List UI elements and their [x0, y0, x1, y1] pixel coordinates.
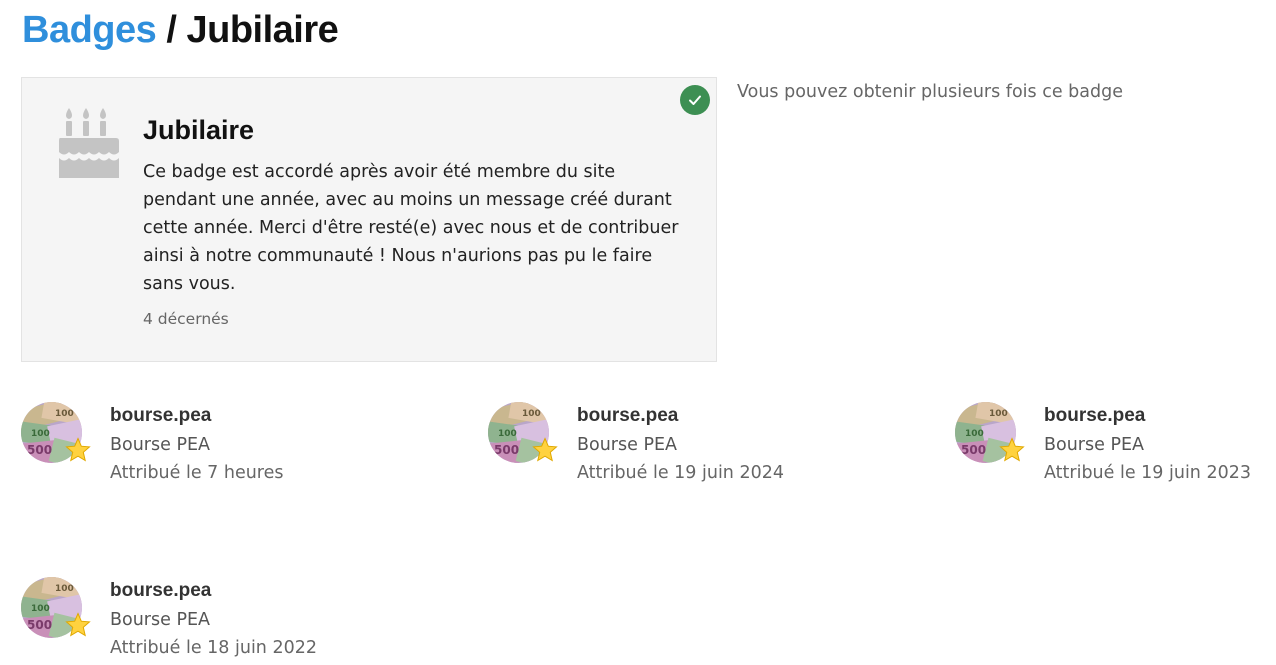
- grantee-username[interactable]: bourse.pea: [110, 578, 211, 604]
- grantee-item: 500 100 100 bourse.pea Bourse PEA Attrib…: [955, 402, 1276, 492]
- svg-text:500: 500: [961, 443, 986, 457]
- breadcrumb-badges-link[interactable]: Badges: [22, 9, 157, 51]
- svg-text:100: 100: [55, 584, 74, 594]
- birthday-cake-icon: [56, 108, 120, 180]
- badge-card: Jubilaire Ce badge est accordé après avo…: [21, 77, 717, 362]
- grantee-avatar-link[interactable]: 500 100 100: [21, 402, 91, 466]
- svg-text:500: 500: [27, 618, 52, 632]
- grantee-full-name: Bourse PEA: [110, 610, 211, 630]
- grantee-username[interactable]: bourse.pea: [1044, 403, 1145, 429]
- breadcrumb-separator: /: [166, 9, 177, 51]
- svg-text:100: 100: [55, 409, 74, 419]
- breadcrumb-current: Jubilaire: [186, 9, 339, 51]
- star-icon: [65, 437, 91, 463]
- grantee-item: 500 100 100 bourse.pea Bourse PEA Attrib…: [488, 402, 818, 492]
- grantee-granted-date: Attribué le 7 heures: [110, 463, 284, 483]
- grantee-full-name: Bourse PEA: [577, 435, 678, 455]
- star-icon: [999, 437, 1025, 463]
- svg-text:100: 100: [965, 429, 984, 439]
- grantee-avatar-link[interactable]: 500 100 100: [955, 402, 1025, 466]
- grantee-granted-date: Attribué le 19 juin 2024: [577, 463, 785, 483]
- svg-text:100: 100: [31, 429, 50, 439]
- grantee-item: 500 100 100 bourse.pea Bourse PEA Attrib…: [21, 577, 351, 665]
- grantee-username[interactable]: bourse.pea: [110, 403, 211, 429]
- grantee-granted-date: Attribué le 18 juin 2022: [110, 638, 318, 658]
- grantee-full-name: Bourse PEA: [1044, 435, 1145, 455]
- badge-detail-page: Badges / Jubilaire Jubilaire Ce badge es…: [0, 0, 1276, 665]
- grantee-full-name: Bourse PEA: [110, 435, 211, 455]
- badge-description: Ce badge est accordé après avoir été mem…: [143, 162, 679, 294]
- svg-text:500: 500: [27, 443, 52, 457]
- badge-granted-count: 4 décernés: [143, 310, 229, 328]
- svg-text:100: 100: [498, 429, 517, 439]
- svg-text:100: 100: [989, 409, 1008, 419]
- earned-check-icon: [680, 85, 710, 115]
- grantee-username[interactable]: bourse.pea: [577, 403, 678, 429]
- grantee-granted-date: Attribué le 19 juin 2023: [1044, 463, 1252, 483]
- grantee-avatar-link[interactable]: 500 100 100: [21, 577, 91, 641]
- badge-name: Jubilaire: [143, 115, 255, 145]
- grantee-item: 500 100 100 bourse.pea Bourse PEA Attrib…: [21, 402, 351, 492]
- svg-text:100: 100: [31, 604, 50, 614]
- star-icon: [65, 612, 91, 638]
- grantee-avatar-link[interactable]: 500 100 100: [488, 402, 558, 466]
- svg-text:500: 500: [494, 443, 519, 457]
- star-icon: [532, 437, 558, 463]
- page-title: Badges / Jubilaire: [22, 6, 339, 54]
- badge-multiple-grant-note: Vous pouvez obtenir plusieurs fois ce ba…: [737, 82, 1123, 102]
- svg-text:100: 100: [522, 409, 541, 419]
